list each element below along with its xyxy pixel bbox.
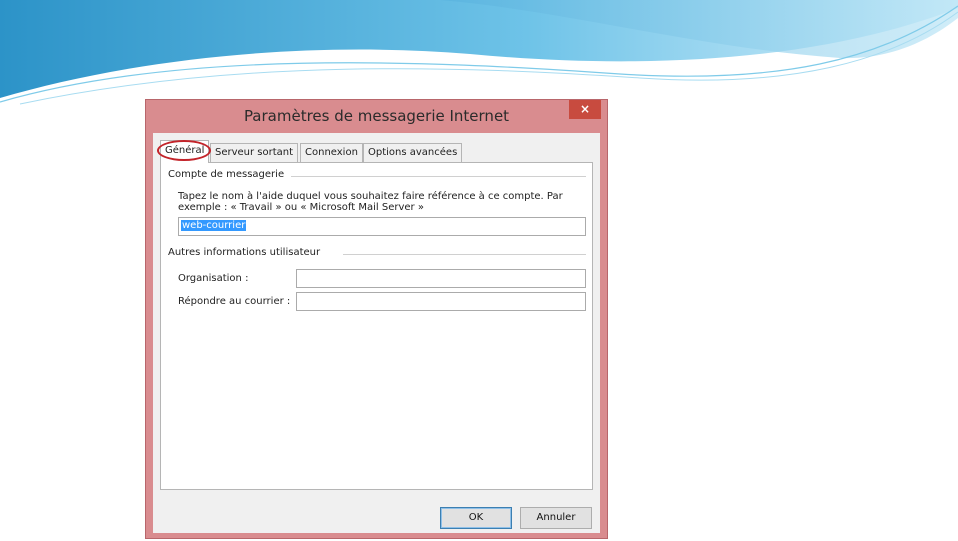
- description-line: Tapez le nom à l'aide duquel vous souhai…: [178, 191, 563, 202]
- title-bar[interactable]: Paramètres de messagerie Internet ×: [146, 100, 607, 133]
- section-divider: [343, 254, 586, 255]
- tab-connection[interactable]: Connexion: [300, 143, 363, 162]
- ok-button[interactable]: OK: [440, 507, 512, 529]
- cancel-button[interactable]: Annuler: [520, 507, 592, 529]
- tab-outgoing-server[interactable]: Serveur sortant: [210, 143, 299, 162]
- other-user-info-section-header: Autres informations utilisateur: [168, 247, 321, 258]
- description-line: exemple : « Travail » ou « Microsoft Mai…: [178, 202, 424, 213]
- reply-to-input[interactable]: [296, 292, 586, 311]
- decorative-swoosh: [0, 0, 958, 105]
- mail-account-description: Tapez le nom à l'aide duquel vous souhai…: [178, 191, 578, 213]
- tab-general-label: Général: [165, 145, 205, 156]
- tab-advanced-options[interactable]: Options avancées: [363, 143, 463, 162]
- organization-label: Organisation :: [178, 273, 249, 284]
- organization-input[interactable]: [296, 269, 586, 288]
- internet-mail-settings-dialog: Paramètres de messagerie Internet × Géné…: [145, 99, 608, 539]
- section-divider: [291, 176, 586, 177]
- slide-background: Paramètres de messagerie Internet × Géné…: [0, 0, 958, 541]
- mail-account-section-header: Compte de messagerie: [168, 169, 285, 180]
- tab-advanced-options-label: Options avancées: [368, 147, 458, 158]
- general-tab-page: Compte de messagerie Tapez le nom à l'ai…: [160, 162, 593, 490]
- reply-to-label: Répondre au courrier :: [178, 296, 291, 307]
- tab-connection-label: Connexion: [305, 147, 358, 158]
- dialog-title: Paramètres de messagerie Internet: [243, 107, 510, 125]
- account-name-input[interactable]: web-courrier: [178, 217, 586, 236]
- close-button[interactable]: ×: [569, 100, 601, 119]
- close-icon: ×: [579, 102, 591, 116]
- dialog-client-area: Général Serveur sortant Connexion Option…: [153, 133, 600, 533]
- tab-outgoing-server-label: Serveur sortant: [215, 147, 294, 158]
- tab-general[interactable]: Général: [157, 140, 211, 163]
- account-name-value: web-courrier: [181, 220, 247, 231]
